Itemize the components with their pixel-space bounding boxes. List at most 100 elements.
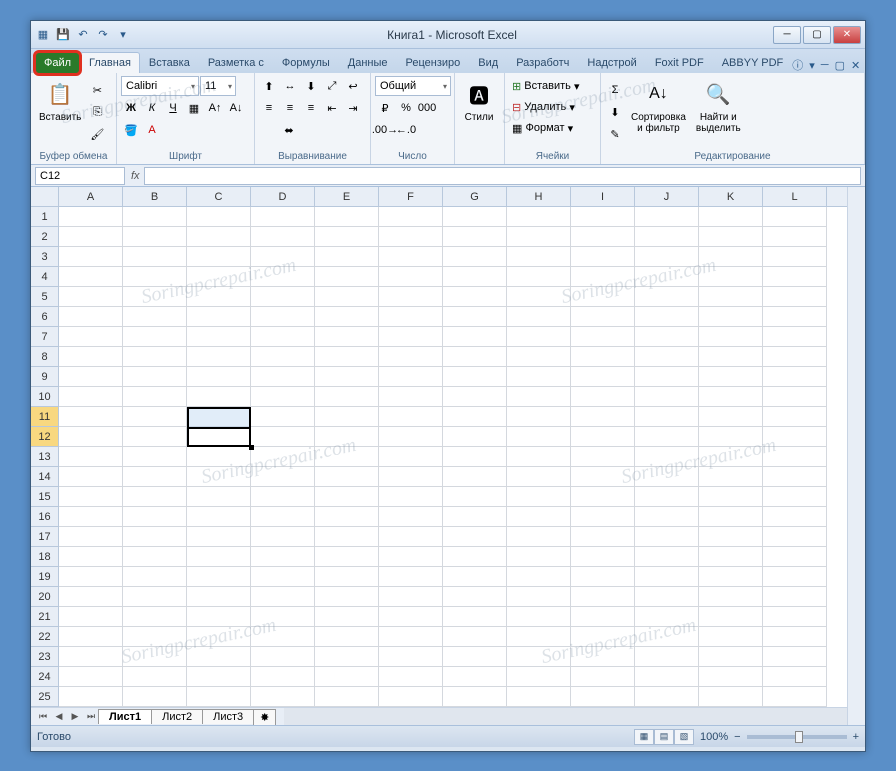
increase-indent-icon[interactable]: ⇥ bbox=[343, 98, 363, 118]
cell[interactable] bbox=[59, 267, 123, 287]
cell[interactable] bbox=[763, 487, 827, 507]
cell[interactable] bbox=[507, 547, 571, 567]
cell[interactable] bbox=[379, 207, 443, 227]
cell[interactable] bbox=[443, 647, 507, 667]
cell[interactable] bbox=[123, 367, 187, 387]
cell[interactable] bbox=[635, 227, 699, 247]
cell[interactable] bbox=[315, 567, 379, 587]
sheet-nav-prev-icon[interactable]: ◀ bbox=[51, 709, 67, 725]
cell[interactable] bbox=[763, 367, 827, 387]
cell[interactable] bbox=[507, 287, 571, 307]
row-header[interactable]: 23 bbox=[31, 647, 58, 667]
cell[interactable] bbox=[443, 247, 507, 267]
cell[interactable] bbox=[763, 687, 827, 707]
autosum-icon[interactable]: Σ bbox=[605, 80, 625, 100]
row-header[interactable]: 13 bbox=[31, 447, 58, 467]
cell[interactable] bbox=[571, 407, 635, 427]
cell[interactable] bbox=[59, 487, 123, 507]
cell[interactable] bbox=[443, 447, 507, 467]
col-header[interactable]: A bbox=[59, 187, 123, 206]
row-header[interactable]: 1 bbox=[31, 207, 58, 227]
zoom-out-button[interactable]: − bbox=[734, 731, 740, 743]
cell[interactable] bbox=[59, 307, 123, 327]
cell[interactable] bbox=[187, 447, 251, 467]
cell[interactable] bbox=[315, 587, 379, 607]
cell[interactable] bbox=[123, 407, 187, 427]
cell[interactable] bbox=[507, 507, 571, 527]
cell[interactable] bbox=[187, 387, 251, 407]
row-header[interactable]: 18 bbox=[31, 547, 58, 567]
row-header[interactable]: 17 bbox=[31, 527, 58, 547]
cell[interactable] bbox=[187, 567, 251, 587]
tab-formulas[interactable]: Формулы bbox=[273, 52, 339, 73]
cell[interactable] bbox=[635, 487, 699, 507]
cell[interactable] bbox=[59, 467, 123, 487]
cell[interactable] bbox=[635, 607, 699, 627]
select-all-corner[interactable] bbox=[31, 187, 59, 207]
sheet-nav-first-icon[interactable]: ⏮ bbox=[35, 709, 51, 725]
cell[interactable] bbox=[507, 347, 571, 367]
cell[interactable] bbox=[251, 547, 315, 567]
cell[interactable] bbox=[251, 407, 315, 427]
col-header[interactable]: H bbox=[507, 187, 571, 206]
paste-button[interactable]: 📋 Вставить bbox=[35, 76, 85, 148]
sheet-tab-2[interactable]: Лист2 bbox=[151, 709, 203, 724]
cell[interactable] bbox=[315, 247, 379, 267]
cell[interactable] bbox=[443, 467, 507, 487]
zoom-in-button[interactable]: + bbox=[853, 731, 859, 743]
copy-icon[interactable]: ⎘ bbox=[87, 102, 107, 122]
cell[interactable] bbox=[699, 507, 763, 527]
cell[interactable] bbox=[315, 507, 379, 527]
cell[interactable] bbox=[379, 567, 443, 587]
cell[interactable] bbox=[699, 267, 763, 287]
cell[interactable] bbox=[571, 227, 635, 247]
sheet-nav-last-icon[interactable]: ⏭ bbox=[83, 709, 99, 725]
cell[interactable] bbox=[763, 647, 827, 667]
cell[interactable] bbox=[507, 587, 571, 607]
cell[interactable] bbox=[699, 347, 763, 367]
align-left-icon[interactable]: ≡ bbox=[259, 98, 279, 118]
cell[interactable] bbox=[187, 267, 251, 287]
comma-icon[interactable]: 000 bbox=[417, 98, 437, 118]
cell[interactable] bbox=[571, 507, 635, 527]
shrink-font-icon[interactable]: A↓ bbox=[226, 98, 246, 118]
cell[interactable] bbox=[251, 667, 315, 687]
cell[interactable] bbox=[443, 367, 507, 387]
cell[interactable] bbox=[251, 207, 315, 227]
cell[interactable] bbox=[571, 287, 635, 307]
cell[interactable] bbox=[699, 687, 763, 707]
cell[interactable] bbox=[315, 547, 379, 567]
cell[interactable] bbox=[443, 387, 507, 407]
border-icon[interactable]: ▦ bbox=[184, 98, 204, 118]
cell[interactable] bbox=[123, 327, 187, 347]
cell[interactable] bbox=[315, 307, 379, 327]
cell[interactable] bbox=[123, 547, 187, 567]
cell[interactable] bbox=[315, 267, 379, 287]
cell[interactable] bbox=[59, 527, 123, 547]
cell[interactable] bbox=[443, 267, 507, 287]
cell[interactable] bbox=[507, 487, 571, 507]
cell[interactable] bbox=[699, 287, 763, 307]
tab-foxit[interactable]: Foxit PDF bbox=[646, 52, 713, 73]
cell[interactable] bbox=[763, 247, 827, 267]
cell[interactable] bbox=[379, 427, 443, 447]
cell[interactable] bbox=[187, 467, 251, 487]
cell[interactable] bbox=[635, 327, 699, 347]
format-painter-icon[interactable]: 🖌 bbox=[87, 124, 107, 144]
cell[interactable] bbox=[635, 647, 699, 667]
cell[interactable] bbox=[507, 207, 571, 227]
cell[interactable] bbox=[187, 347, 251, 367]
cell[interactable] bbox=[699, 647, 763, 667]
cell[interactable] bbox=[59, 407, 123, 427]
cell[interactable] bbox=[763, 347, 827, 367]
cell[interactable] bbox=[571, 627, 635, 647]
wrap-text-icon[interactable]: ↩ bbox=[343, 76, 363, 96]
cell[interactable] bbox=[123, 687, 187, 707]
cell[interactable] bbox=[123, 207, 187, 227]
cell[interactable] bbox=[251, 227, 315, 247]
grow-font-icon[interactable]: A↑ bbox=[205, 98, 225, 118]
cell[interactable] bbox=[379, 527, 443, 547]
cell[interactable] bbox=[763, 447, 827, 467]
cell[interactable] bbox=[59, 667, 123, 687]
cell[interactable] bbox=[315, 447, 379, 467]
